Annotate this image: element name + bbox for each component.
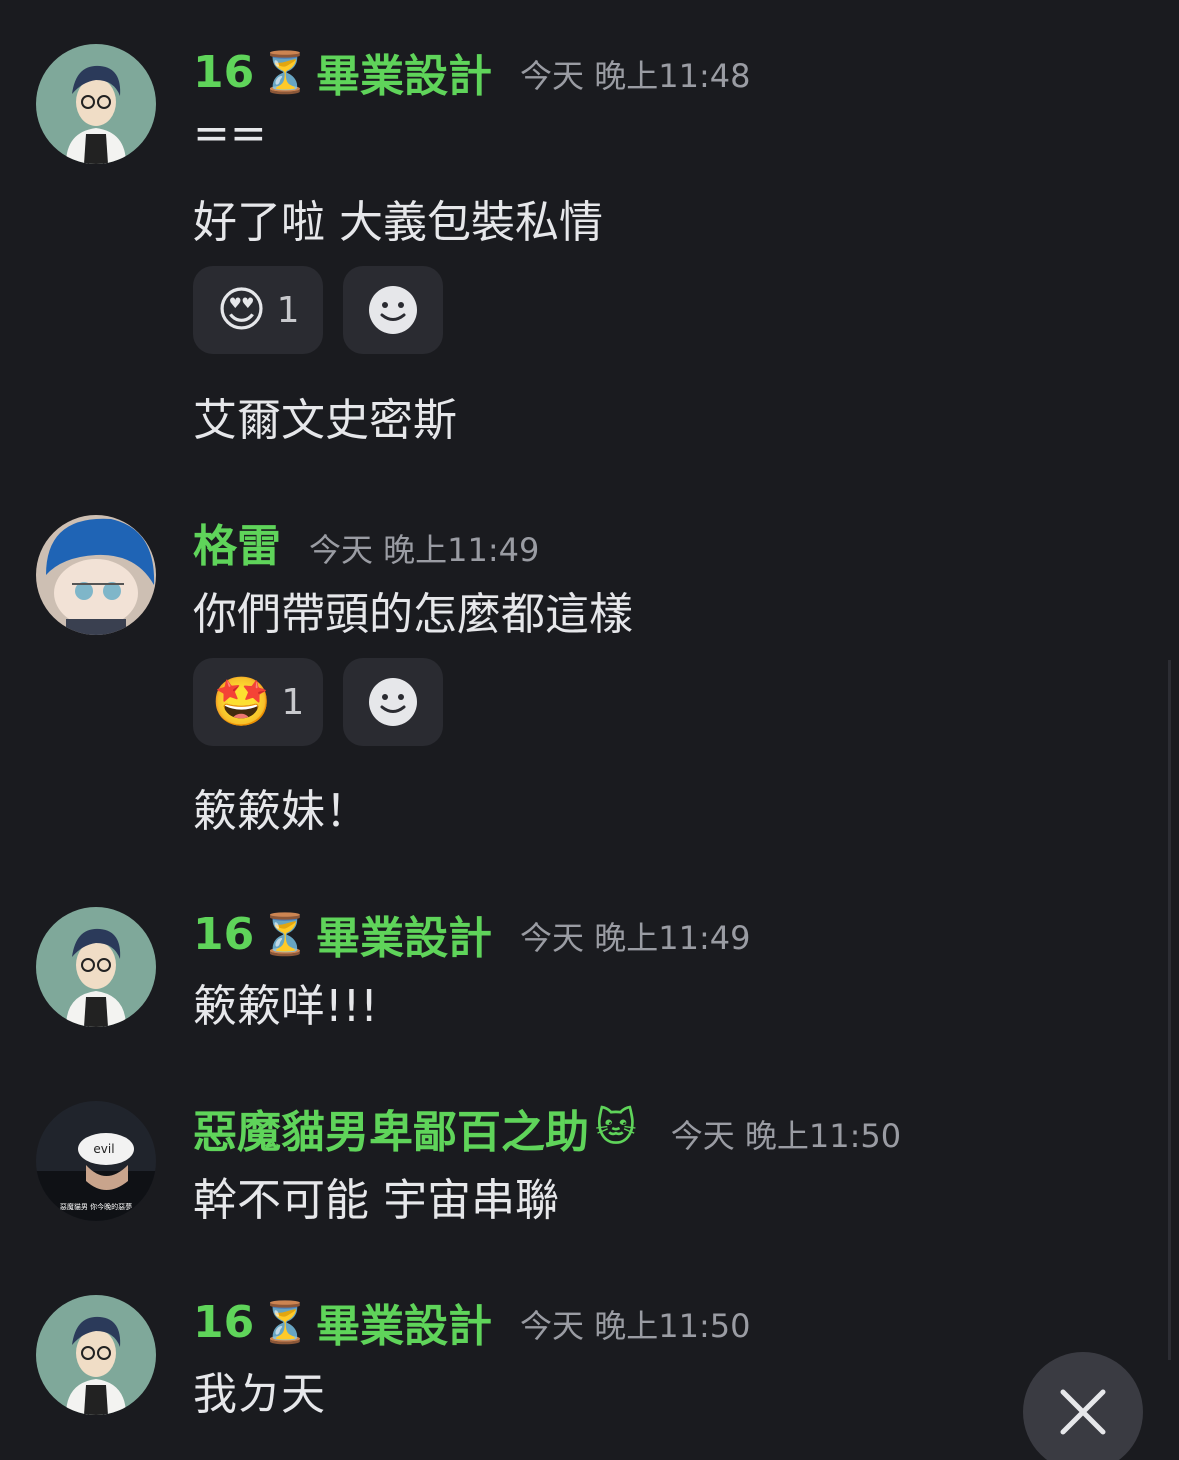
avatar[interactable] xyxy=(36,44,156,164)
avatar[interactable]: evil 惡魔貓男 你今晚的惡夢 xyxy=(36,1101,156,1221)
username-suffix: 畢業設計 xyxy=(316,51,493,102)
username[interactable]: 16 ⏳ 畢業設計 xyxy=(193,40,492,104)
avatar[interactable] xyxy=(36,1295,156,1415)
heart-eyes-emoji-icon: 😍 xyxy=(216,282,267,338)
message-text: 艾爾文史密斯 xyxy=(193,395,457,446)
timestamp: 今天 晚上11:49 xyxy=(520,918,751,957)
username-text: 惡魔貓男卑鄙百之助 xyxy=(193,1107,589,1158)
close-button[interactable] xyxy=(1023,1352,1143,1460)
avatar[interactable] xyxy=(36,907,156,1027)
reaction-count: 1 xyxy=(276,289,300,331)
avatar-illustration xyxy=(36,907,156,1027)
message-header: 格雷 今天 晚上11:49 xyxy=(193,510,539,574)
message-header: 16 ⏳ 畢業設計 今天 晚上11:49 xyxy=(193,902,750,966)
hourglass-icon: ⏳ xyxy=(260,49,311,96)
reaction-count: 1 xyxy=(281,681,305,723)
username-prefix: 16 xyxy=(193,908,255,960)
avatar-illustration xyxy=(36,44,156,164)
timestamp: 今天 晚上11:50 xyxy=(670,1117,902,1155)
add-reaction-button[interactable] xyxy=(343,658,443,746)
avatar-photo: evil 惡魔貓男 你今晚的惡夢 xyxy=(36,1101,156,1221)
avatar-plush-photo xyxy=(36,515,156,635)
avatar-illustration xyxy=(36,1295,156,1415)
reaction-chip[interactable]: 🤩 1 xyxy=(193,658,323,746)
message-text: 幹不可能 宇宙串聯 xyxy=(193,1175,559,1226)
username[interactable]: 惡魔貓男卑鄙百之助 🐱 xyxy=(193,1096,643,1160)
username[interactable]: 16 ⏳ 畢業設計 xyxy=(193,1290,492,1354)
close-icon xyxy=(1060,1389,1106,1435)
username-suffix: 畢業設計 xyxy=(316,1301,493,1352)
svg-text:evil: evil xyxy=(93,1142,114,1156)
username-prefix: 16 xyxy=(193,46,255,98)
message-text: 簌簌咩!!! xyxy=(193,981,378,1032)
cat-face-icon: 🐱 xyxy=(595,1105,637,1151)
message-text: == xyxy=(193,108,267,159)
username[interactable]: 16 ⏳ 畢業設計 xyxy=(193,902,492,966)
reactions-row: 🤩 1 xyxy=(193,658,443,746)
message-text: 我ㄉ天 xyxy=(193,1369,325,1420)
message-header: 16 ⏳ 畢業設計 今天 晚上11:48 xyxy=(193,40,750,104)
smiley-add-icon xyxy=(369,678,417,726)
timestamp: 今天 晚上11:50 xyxy=(520,1306,751,1345)
message-text: 好了啦 大義包裝私情 xyxy=(193,197,603,248)
avatar[interactable] xyxy=(36,515,156,635)
message-header: 惡魔貓男卑鄙百之助 🐱 今天 晚上11:50 xyxy=(193,1096,901,1160)
username[interactable]: 格雷 xyxy=(193,510,281,574)
timestamp: 今天 晚上11:49 xyxy=(309,531,540,569)
scrollbar[interactable] xyxy=(1168,660,1171,1360)
smiley-add-icon xyxy=(369,286,417,334)
chat-message-list: 16 ⏳ 畢業設計 今天 晚上11:48 == 好了啦 大義包裝私情 😍 1 艾… xyxy=(0,0,1179,1460)
hourglass-icon: ⏳ xyxy=(260,911,311,958)
hourglass-icon: ⏳ xyxy=(260,1299,311,1346)
reaction-chip[interactable]: 😍 1 xyxy=(193,266,323,354)
star-struck-emoji-icon: 🤩 xyxy=(211,674,272,730)
add-reaction-button[interactable] xyxy=(343,266,443,354)
timestamp: 今天 晚上11:48 xyxy=(520,56,751,95)
message-text: 簌簌妹！ xyxy=(193,786,369,837)
message-text: 你們帶頭的怎麼都這樣 xyxy=(193,589,633,640)
message-header: 16 ⏳ 畢業設計 今天 晚上11:50 xyxy=(193,1290,750,1354)
username-prefix: 16 xyxy=(193,1296,255,1348)
reactions-row: 😍 1 xyxy=(193,266,443,354)
username-suffix: 畢業設計 xyxy=(316,913,493,964)
svg-text:惡魔貓男 你今晚的惡夢: 惡魔貓男 你今晚的惡夢 xyxy=(60,1202,132,1211)
